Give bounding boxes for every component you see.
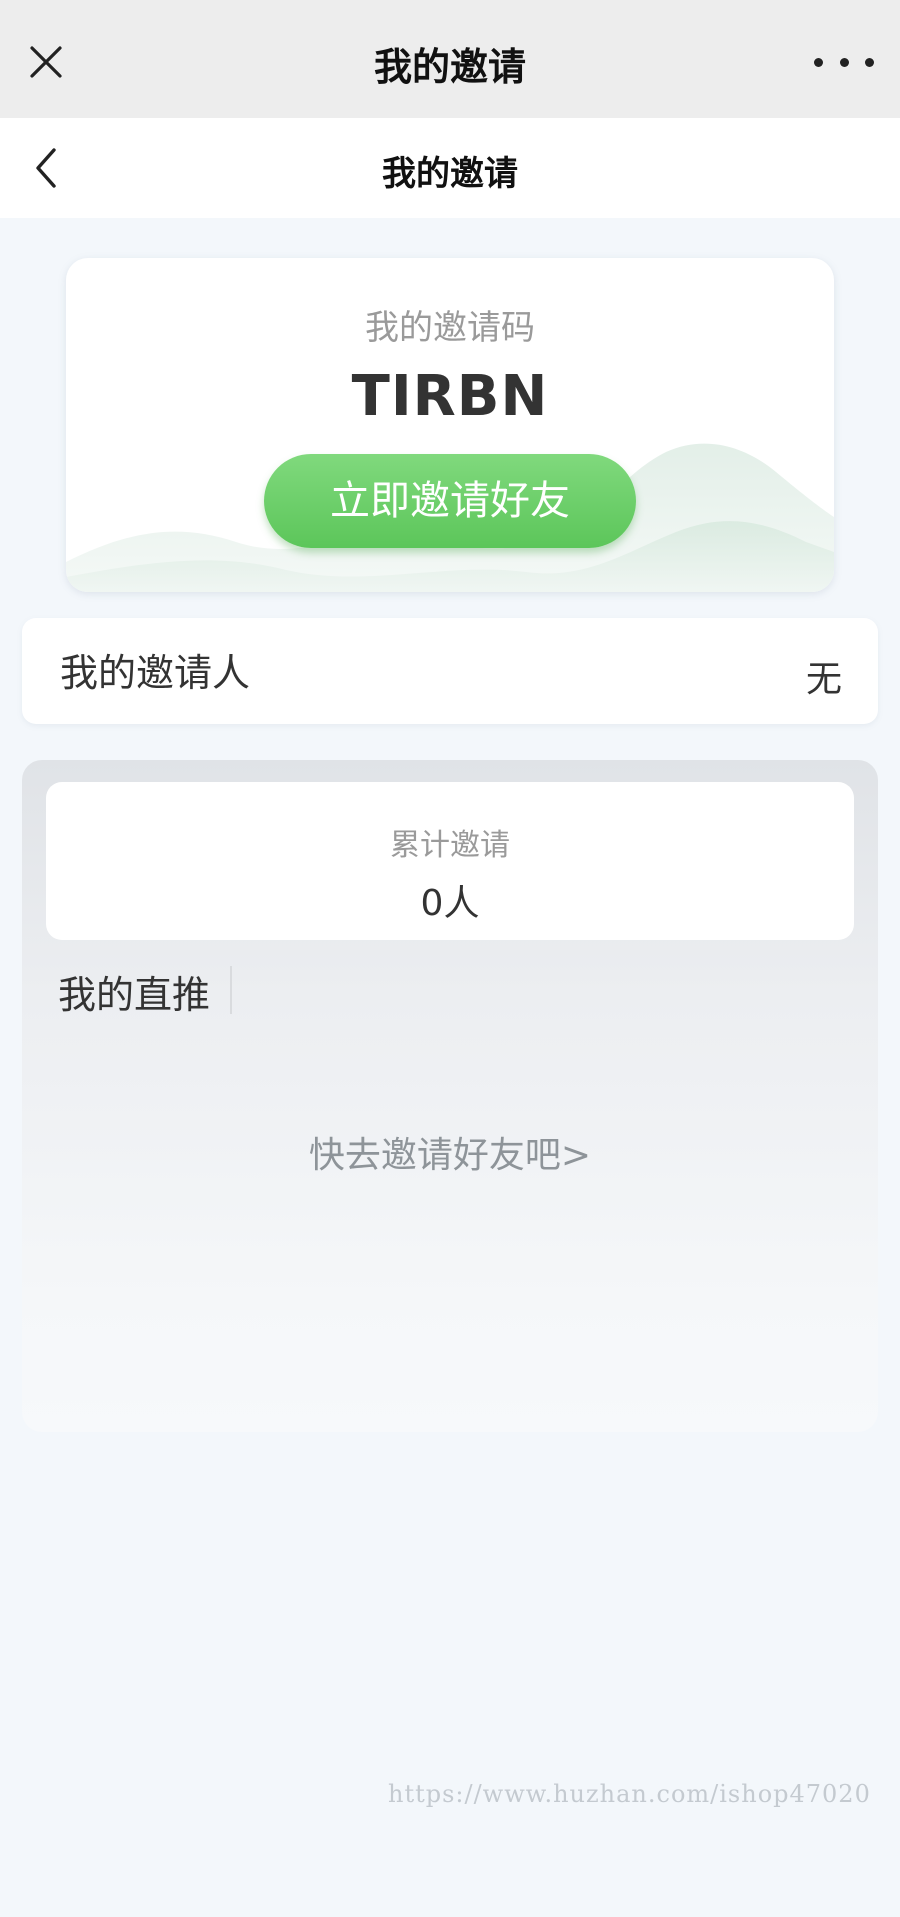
my-inviter-row: 我的邀请人 无 <box>22 618 878 724</box>
page-nav-bar: 我的邀请 <box>0 118 900 218</box>
title-divider <box>230 966 232 1014</box>
invite-stats-panel: 累计邀请 0人 我的直推 快去邀请好友吧> <box>22 760 878 1432</box>
invite-friends-button[interactable]: 立即邀请好友 <box>264 454 636 548</box>
more-icon[interactable] <box>814 42 874 82</box>
inviter-label: 我的邀请人 <box>60 651 251 695</box>
wechat-top-bar: 我的邀请 <box>0 0 900 118</box>
total-invites-card: 累计邀请 0人 <box>46 782 854 940</box>
invite-code-label: 我的邀请码 <box>365 308 535 348</box>
page-title: 我的邀请 <box>382 154 518 194</box>
wechat-title: 我的邀请 <box>373 45 526 89</box>
watermark: https://www.huzhan.com/ishop47020 <box>388 1780 871 1808</box>
invite-friends-link[interactable]: 快去邀请好友吧> <box>22 1126 878 1178</box>
total-invites-value: 0人 <box>420 883 480 924</box>
direct-referrals-title: 我的直推 <box>58 973 211 1017</box>
inviter-value: 无 <box>805 659 842 700</box>
invite-code-card: 我的邀请码 TIRBN 立即邀请好友 <box>66 258 834 592</box>
invite-code-value: TIRBN <box>351 364 549 429</box>
total-invites-label: 累计邀请 <box>390 828 510 863</box>
